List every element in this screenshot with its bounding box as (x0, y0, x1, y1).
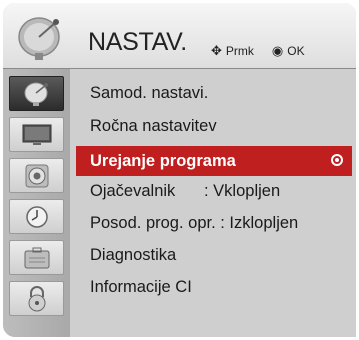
page-title: NASTAV. (88, 28, 187, 56)
menu-item-manual-tuning[interactable]: Ročna nastavitev (90, 117, 217, 136)
menu-item-program-edit[interactable]: Urejanje programa (76, 146, 352, 176)
satellite-dish-icon (18, 17, 60, 60)
booster-value: : Vklopljen (204, 182, 281, 200)
menu-item-ci-information[interactable]: Informacije CI (90, 278, 192, 297)
settings-list: Samod. nastavi. Ročna nastavitev Urejanj… (70, 69, 356, 337)
menu-item-booster[interactable]: Ojačevalnik : Vklopljen (90, 182, 280, 201)
menu-item-auto-tuning[interactable]: Samod. nastavi. (90, 84, 208, 103)
monitor-icon (22, 124, 51, 145)
move-hint-label: Prmk (225, 44, 254, 58)
ok-hint-label: OK (287, 44, 305, 58)
sidebar-item-option[interactable] (9, 240, 64, 275)
satellite-dish-icon (24, 82, 48, 106)
menu-item-label: Urejanje programa (90, 152, 236, 170)
menu-header: NASTAV. ✥ Prmk ◉ OK (3, 3, 356, 69)
sidebar-item-time[interactable] (9, 199, 64, 234)
speaker-icon (25, 164, 48, 187)
briefcase-icon (24, 247, 49, 268)
navigate-arrows-icon: ✥ (211, 43, 222, 58)
menu-item-diagnostics[interactable]: Diagnostika (90, 246, 176, 265)
booster-label: Ojačevalnik (90, 182, 176, 200)
clock-icon (25, 205, 48, 228)
sidebar-item-lock[interactable] (9, 281, 64, 316)
sidebar-item-picture[interactable] (9, 117, 64, 152)
category-sidebar (3, 69, 70, 337)
key-hints: ✥ Prmk ◉ OK (211, 43, 305, 59)
lock-icon (28, 285, 45, 311)
setup-menu-window: NASTAV. ✥ Prmk ◉ OK Samod. nastavi. Ročn… (3, 3, 356, 337)
sidebar-item-audio[interactable] (9, 158, 64, 193)
sidebar-item-setup[interactable] (9, 76, 64, 111)
ok-button-icon: ◉ (271, 43, 284, 58)
ok-selector-icon (331, 154, 343, 166)
menu-item-software-update[interactable]: Posod. prog. opr. : Izklopljen (90, 214, 298, 233)
